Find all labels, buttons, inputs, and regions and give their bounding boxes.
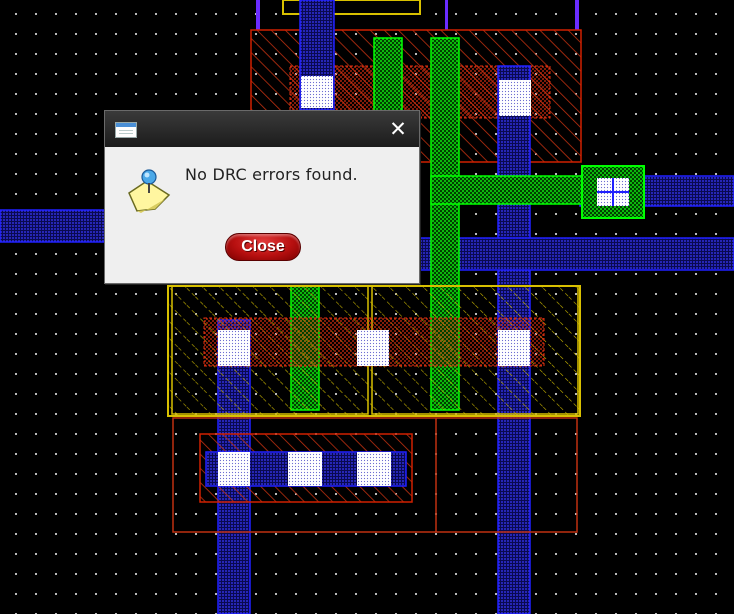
contact (288, 452, 322, 486)
contact (218, 452, 250, 486)
contact (357, 452, 391, 486)
metal-strip (419, 237, 734, 271)
contact (218, 330, 250, 366)
metal-line (445, 0, 448, 30)
close-button[interactable]: Close (225, 233, 301, 261)
drc-result-dialog: ✕ No DRC errors found. Close (104, 110, 420, 284)
layout-drawing (0, 0, 734, 614)
window-icon (115, 122, 137, 138)
close-icon[interactable]: ✕ (387, 117, 409, 141)
pushpin-note-icon (128, 169, 171, 213)
metal-strip (0, 209, 111, 243)
dialog-titlebar[interactable]: ✕ (105, 111, 419, 147)
contact (357, 330, 389, 366)
contact (498, 330, 530, 366)
poly-gate (430, 175, 592, 205)
contact (499, 80, 531, 116)
metal-line (256, 0, 260, 30)
dialog-message: No DRC errors found. (185, 165, 358, 184)
layout-canvas[interactable] (0, 0, 734, 614)
metal-line (575, 0, 579, 30)
contact (301, 76, 333, 108)
